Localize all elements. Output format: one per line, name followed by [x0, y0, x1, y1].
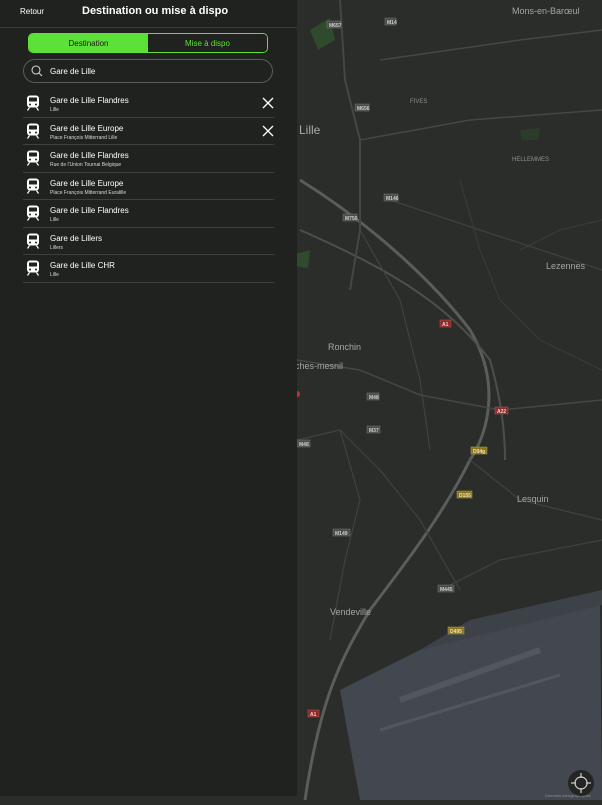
train-icon	[27, 95, 39, 111]
road-shield: D94g	[470, 446, 488, 455]
result-row[interactable]: Gare de Lille Europe Place François Mitt…	[23, 173, 274, 200]
result-subtitle: Lille	[50, 272, 59, 278]
result-subtitle: Lille	[50, 107, 59, 113]
road-shield: M37	[366, 425, 381, 434]
road-shield: A22	[494, 406, 509, 415]
road-shield: A1	[439, 319, 452, 328]
close-icon[interactable]	[262, 125, 274, 137]
svg-text:A1: A1	[310, 712, 317, 718]
result-row[interactable]: Gare de Lille Flandres Lille	[23, 90, 274, 118]
map-place-label: Lesquin	[517, 494, 549, 504]
result-name: Gare de Lille Europe	[50, 123, 124, 133]
search-icon	[31, 65, 43, 77]
road-shield: M657	[326, 20, 342, 29]
map-place-label: FIVES	[410, 99, 427, 105]
result-row[interactable]: Gare de Lille Europe Place François Mitt…	[23, 118, 274, 145]
svg-text:A1: A1	[442, 322, 449, 328]
map-place-label: Ronchin	[328, 342, 361, 352]
svg-text:M656: M656	[357, 106, 370, 112]
search-input[interactable]	[50, 62, 265, 80]
road-shield: M14	[384, 17, 397, 26]
road-shield: M146	[383, 193, 399, 202]
result-row[interactable]: Gare de Lillers Lillers	[23, 228, 274, 255]
header-divider	[0, 27, 297, 28]
result-row[interactable]: Gare de Lille Flandres Rue de l'Union To…	[23, 145, 274, 173]
map-place-label: ches-mesnil	[295, 361, 343, 371]
result-name: Gare de Lille Flandres	[50, 151, 129, 160]
svg-text:M37: M37	[369, 428, 379, 434]
result-name: Gare de Lille Europe	[50, 178, 124, 188]
segment-mise-a-dispo[interactable]: Mise à dispo	[148, 34, 267, 52]
result-name: Gare de Lille Flandres	[50, 96, 129, 105]
train-icon	[27, 123, 39, 139]
road-shield: M445	[437, 584, 455, 593]
svg-text:M657: M657	[329, 23, 342, 29]
train-icon	[27, 178, 39, 194]
result-subtitle: Place François Mitterrand Euralille	[50, 189, 127, 196]
svg-text:M445: M445	[440, 587, 453, 593]
map-place-label: Lezennes	[546, 261, 586, 271]
road-shield: M48	[366, 392, 380, 401]
road-shield: A1	[307, 709, 320, 718]
road-shield: M750	[342, 213, 358, 222]
svg-text:D495: D495	[450, 629, 462, 635]
result-subtitle: Lille	[50, 217, 59, 223]
svg-text:A22: A22	[497, 409, 506, 415]
road-shield: D495	[447, 626, 465, 635]
svg-text:D94g: D94g	[473, 449, 485, 455]
map-place-label: Vendeville	[330, 607, 371, 617]
results-list: Gare de Lille Flandres Lille Gare de Lil…	[23, 90, 274, 283]
train-icon	[27, 260, 39, 276]
crosshair-icon	[571, 773, 591, 793]
result-name: Gare de Lille CHR	[50, 261, 115, 270]
result-name: Gare de Lillers	[50, 233, 103, 243]
road-shield: M48	[296, 439, 311, 448]
svg-text:M149: M149	[335, 531, 348, 537]
locate-button[interactable]	[568, 770, 594, 796]
svg-text:D155: D155	[459, 493, 471, 499]
map-place-label: HELLEMMES	[512, 157, 549, 163]
train-icon	[27, 233, 39, 249]
map-place-label: Lille	[299, 123, 321, 137]
result-row[interactable]: Gare de Lille Flandres Lille	[23, 200, 274, 228]
train-icon	[27, 150, 39, 166]
close-icon[interactable]	[262, 97, 274, 109]
result-name: Gare de Lille Flandres	[50, 206, 129, 215]
destination-panel: Retour Destination ou mise à dispo Desti…	[0, 0, 297, 796]
mode-segmented-control: Destination Mise à dispo	[28, 33, 268, 53]
svg-text:M14: M14	[387, 20, 397, 26]
svg-text:M48: M48	[369, 395, 379, 401]
panel-title: Destination ou mise à dispo	[82, 5, 229, 17]
svg-text:M750: M750	[345, 216, 358, 222]
svg-text:M48: M48	[299, 442, 309, 448]
result-subtitle: Rue de l'Union Tournai Belgique	[50, 162, 122, 168]
road-shield: M149	[332, 528, 351, 537]
svg-text:M146: M146	[386, 196, 399, 202]
segment-destination[interactable]: Destination	[29, 34, 148, 52]
search-field	[23, 59, 273, 83]
road-shield: M656	[354, 103, 370, 112]
result-subtitle: Lillers	[50, 244, 64, 251]
back-button[interactable]: Retour	[20, 7, 44, 16]
result-row[interactable]: Gare de Lille CHR Lille	[23, 255, 274, 283]
train-icon	[27, 205, 39, 221]
result-subtitle: Place François Mitterrand Lille	[50, 134, 118, 141]
map-place-label: Mons-en-Barœul	[512, 6, 580, 16]
road-shield: D155	[456, 490, 473, 499]
